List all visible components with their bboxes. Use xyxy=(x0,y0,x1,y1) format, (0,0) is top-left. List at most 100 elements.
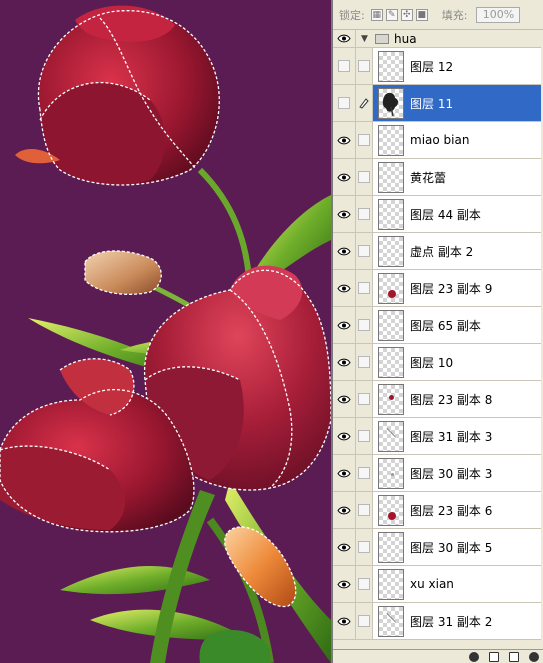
thumb-mark xyxy=(386,612,396,622)
link-box xyxy=(358,467,370,479)
layer-row[interactable]: 图层 10 xyxy=(333,344,543,381)
brush-icon xyxy=(359,98,369,109)
layer-link-cell[interactable] xyxy=(356,529,373,565)
expand-arrow-icon[interactable]: ▼ xyxy=(361,34,371,44)
layer-name: 图层 44 副本 xyxy=(410,207,481,222)
visibility-toggle[interactable] xyxy=(333,529,356,565)
eye-icon xyxy=(337,469,351,477)
visibility-toggle[interactable] xyxy=(333,159,356,195)
layer-link-cell[interactable] xyxy=(356,603,373,639)
layer-link-cell[interactable] xyxy=(356,307,373,343)
layer-row[interactable]: 图层 23 副本 6 xyxy=(333,492,543,529)
fill-value-field[interactable]: 100% xyxy=(476,6,521,23)
document-canvas[interactable] xyxy=(0,0,331,663)
layer-name: 虚点 副本 2 xyxy=(410,244,474,259)
layer-thumbnail xyxy=(378,420,404,452)
layer-row[interactable]: xu xian xyxy=(333,566,543,603)
thumb-flower-icon xyxy=(382,92,398,116)
lock-transparency-icon[interactable]: ▦ xyxy=(370,8,383,21)
lock-move-icon[interactable]: ✣ xyxy=(400,8,413,21)
layer-name: 图层 11 xyxy=(410,96,454,111)
layer-row[interactable]: 图层 65 副本 xyxy=(333,307,543,344)
eye-icon xyxy=(337,284,351,292)
layer-name: 图层 31 副本 2 xyxy=(410,614,493,629)
layer-link-cell[interactable] xyxy=(356,85,373,121)
visibility-toggle[interactable] xyxy=(333,455,356,491)
layer-link-cell[interactable] xyxy=(356,48,373,84)
layer-row[interactable]: 图层 31 副本 2 xyxy=(333,603,543,640)
layer-link-cell[interactable] xyxy=(356,566,373,602)
layer-row[interactable]: 图层 11 xyxy=(333,85,543,122)
layer-row[interactable]: 图层 44 副本 xyxy=(333,196,543,233)
layer-name: miao bian xyxy=(410,133,470,147)
layer-row[interactable]: 黄花蕾 xyxy=(333,159,543,196)
layer-row[interactable]: 图层 30 副本 3 xyxy=(333,455,543,492)
new-group-icon[interactable] xyxy=(509,651,519,662)
eye-icon xyxy=(337,432,351,440)
thumb-mark xyxy=(388,289,396,298)
visibility-toggle[interactable] xyxy=(333,122,356,158)
visibility-toggle[interactable] xyxy=(333,85,356,121)
layer-row[interactable]: 图层 12 xyxy=(333,48,543,85)
layer-link-cell[interactable] xyxy=(356,344,373,380)
link-box xyxy=(358,319,370,331)
layer-style-icon[interactable] xyxy=(469,651,479,662)
layer-link-cell[interactable] xyxy=(356,159,373,195)
layer-row[interactable]: miao bian xyxy=(333,122,543,159)
visibility-toggle[interactable] xyxy=(333,344,356,380)
visibility-toggle[interactable] xyxy=(333,418,356,454)
layer-thumbnail xyxy=(378,161,404,193)
layer-link-cell[interactable] xyxy=(356,122,373,158)
visibility-toggle[interactable] xyxy=(333,48,356,84)
thumb-mark xyxy=(388,511,396,520)
thumb-mark xyxy=(391,472,394,476)
layer-name: 图层 31 副本 3 xyxy=(410,429,493,444)
layer-link-cell[interactable] xyxy=(356,233,373,269)
hidden-box xyxy=(338,60,350,72)
visibility-toggle[interactable] xyxy=(333,196,356,232)
lock-all-icon[interactable]: ■ xyxy=(415,8,428,21)
visibility-toggle[interactable] xyxy=(333,307,356,343)
hidden-box xyxy=(338,97,350,109)
link-box xyxy=(358,615,370,627)
layer-thumbnail xyxy=(378,531,404,563)
layer-row[interactable]: 虚点 副本 2 xyxy=(333,233,543,270)
add-mask-icon[interactable] xyxy=(489,651,499,662)
thumb-mark xyxy=(389,394,394,400)
eye-icon xyxy=(337,617,351,625)
layer-thumbnail xyxy=(378,309,404,341)
layers-toolbar: 锁定: ▦ ✎ ✣ ■ 填充: 100% xyxy=(333,0,543,30)
layer-row[interactable]: 图层 23 副本 8 xyxy=(333,381,543,418)
lock-brush-icon[interactable]: ✎ xyxy=(385,8,398,21)
layer-name: 图层 12 xyxy=(410,59,454,74)
visibility-toggle[interactable] xyxy=(333,603,356,639)
layer-row[interactable]: 图层 23 副本 9 xyxy=(333,270,543,307)
eye-icon xyxy=(337,543,351,551)
visibility-toggle[interactable] xyxy=(333,30,356,47)
layer-name: 图层 30 副本 5 xyxy=(410,540,493,555)
visibility-toggle[interactable] xyxy=(333,233,356,269)
layer-link-cell[interactable] xyxy=(356,455,373,491)
layer-group-hua[interactable]: ▼ hua xyxy=(333,30,543,48)
link-box xyxy=(358,504,370,516)
adjustment-layer-icon[interactable] xyxy=(529,651,539,662)
link-box xyxy=(358,134,370,146)
visibility-toggle[interactable] xyxy=(333,566,356,602)
layer-link-cell[interactable] xyxy=(356,418,373,454)
layer-row[interactable]: 图层 31 副本 3 xyxy=(333,418,543,455)
visibility-toggle[interactable] xyxy=(333,270,356,306)
visibility-toggle[interactable] xyxy=(333,381,356,417)
layer-name: xu xian xyxy=(410,577,454,591)
layer-thumbnail xyxy=(378,346,404,378)
tulip-artwork xyxy=(0,5,331,663)
visibility-toggle[interactable] xyxy=(333,492,356,528)
layer-name: 图层 30 副本 3 xyxy=(410,466,493,481)
layer-thumbnail xyxy=(378,124,404,156)
layer-link-cell[interactable] xyxy=(356,196,373,232)
layer-name: 图层 23 副本 8 xyxy=(410,392,493,407)
layer-link-cell[interactable] xyxy=(356,381,373,417)
layer-row[interactable]: 图层 30 副本 5 xyxy=(333,529,543,566)
link-box xyxy=(358,245,370,257)
layer-link-cell[interactable] xyxy=(356,270,373,306)
layer-link-cell[interactable] xyxy=(356,492,373,528)
